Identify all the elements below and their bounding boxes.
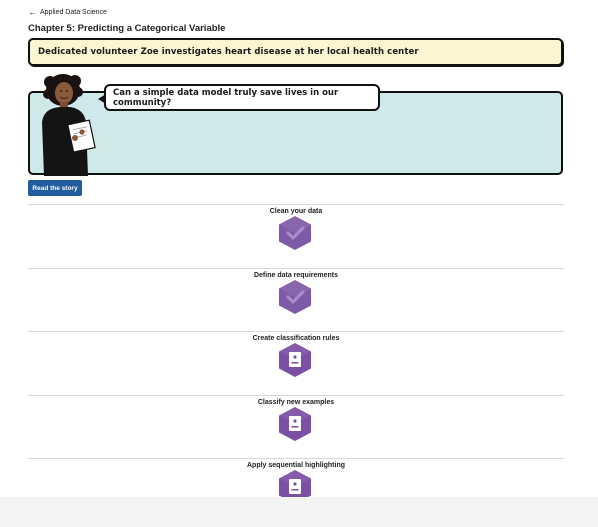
arrow-left-icon: ← [28, 7, 37, 17]
lesson-card-icon [289, 352, 301, 367]
chapter-title: Chapter 5: Predicting a Categorical Vari… [28, 23, 226, 34]
lesson-hexagon-button[interactable] [278, 279, 312, 315]
lesson-hexagon-button[interactable] [278, 215, 312, 251]
speech-bubble: Can a simple data model truly save lives… [104, 84, 380, 111]
zoe-character-illustration [42, 74, 96, 176]
lesson-hexagon-button[interactable] [278, 342, 312, 378]
page-footer-band [0, 497, 598, 527]
lesson-title-text: Apply sequential highlighting [241, 462, 351, 469]
story-banner: Dedicated volunteer Zoe investigates hea… [28, 38, 563, 66]
lesson-card-icon [289, 479, 301, 494]
lesson-card-icon [289, 416, 301, 431]
chapter-page: ← Applied Data Science Chapter 5: Predic… [0, 0, 598, 527]
read-story-button[interactable]: Read the story [28, 180, 82, 196]
back-link-label: Applied Data Science [40, 9, 107, 16]
lesson-hexagon-button[interactable] [278, 406, 312, 442]
lesson-title-text: Classify new examples [251, 399, 341, 406]
back-link[interactable]: ← Applied Data Science [28, 8, 107, 17]
lesson-title-text: Create classification rules [246, 335, 346, 342]
lesson-title-text: Define data requirements [247, 272, 345, 279]
lesson-title-text: Clean your data [263, 208, 329, 215]
